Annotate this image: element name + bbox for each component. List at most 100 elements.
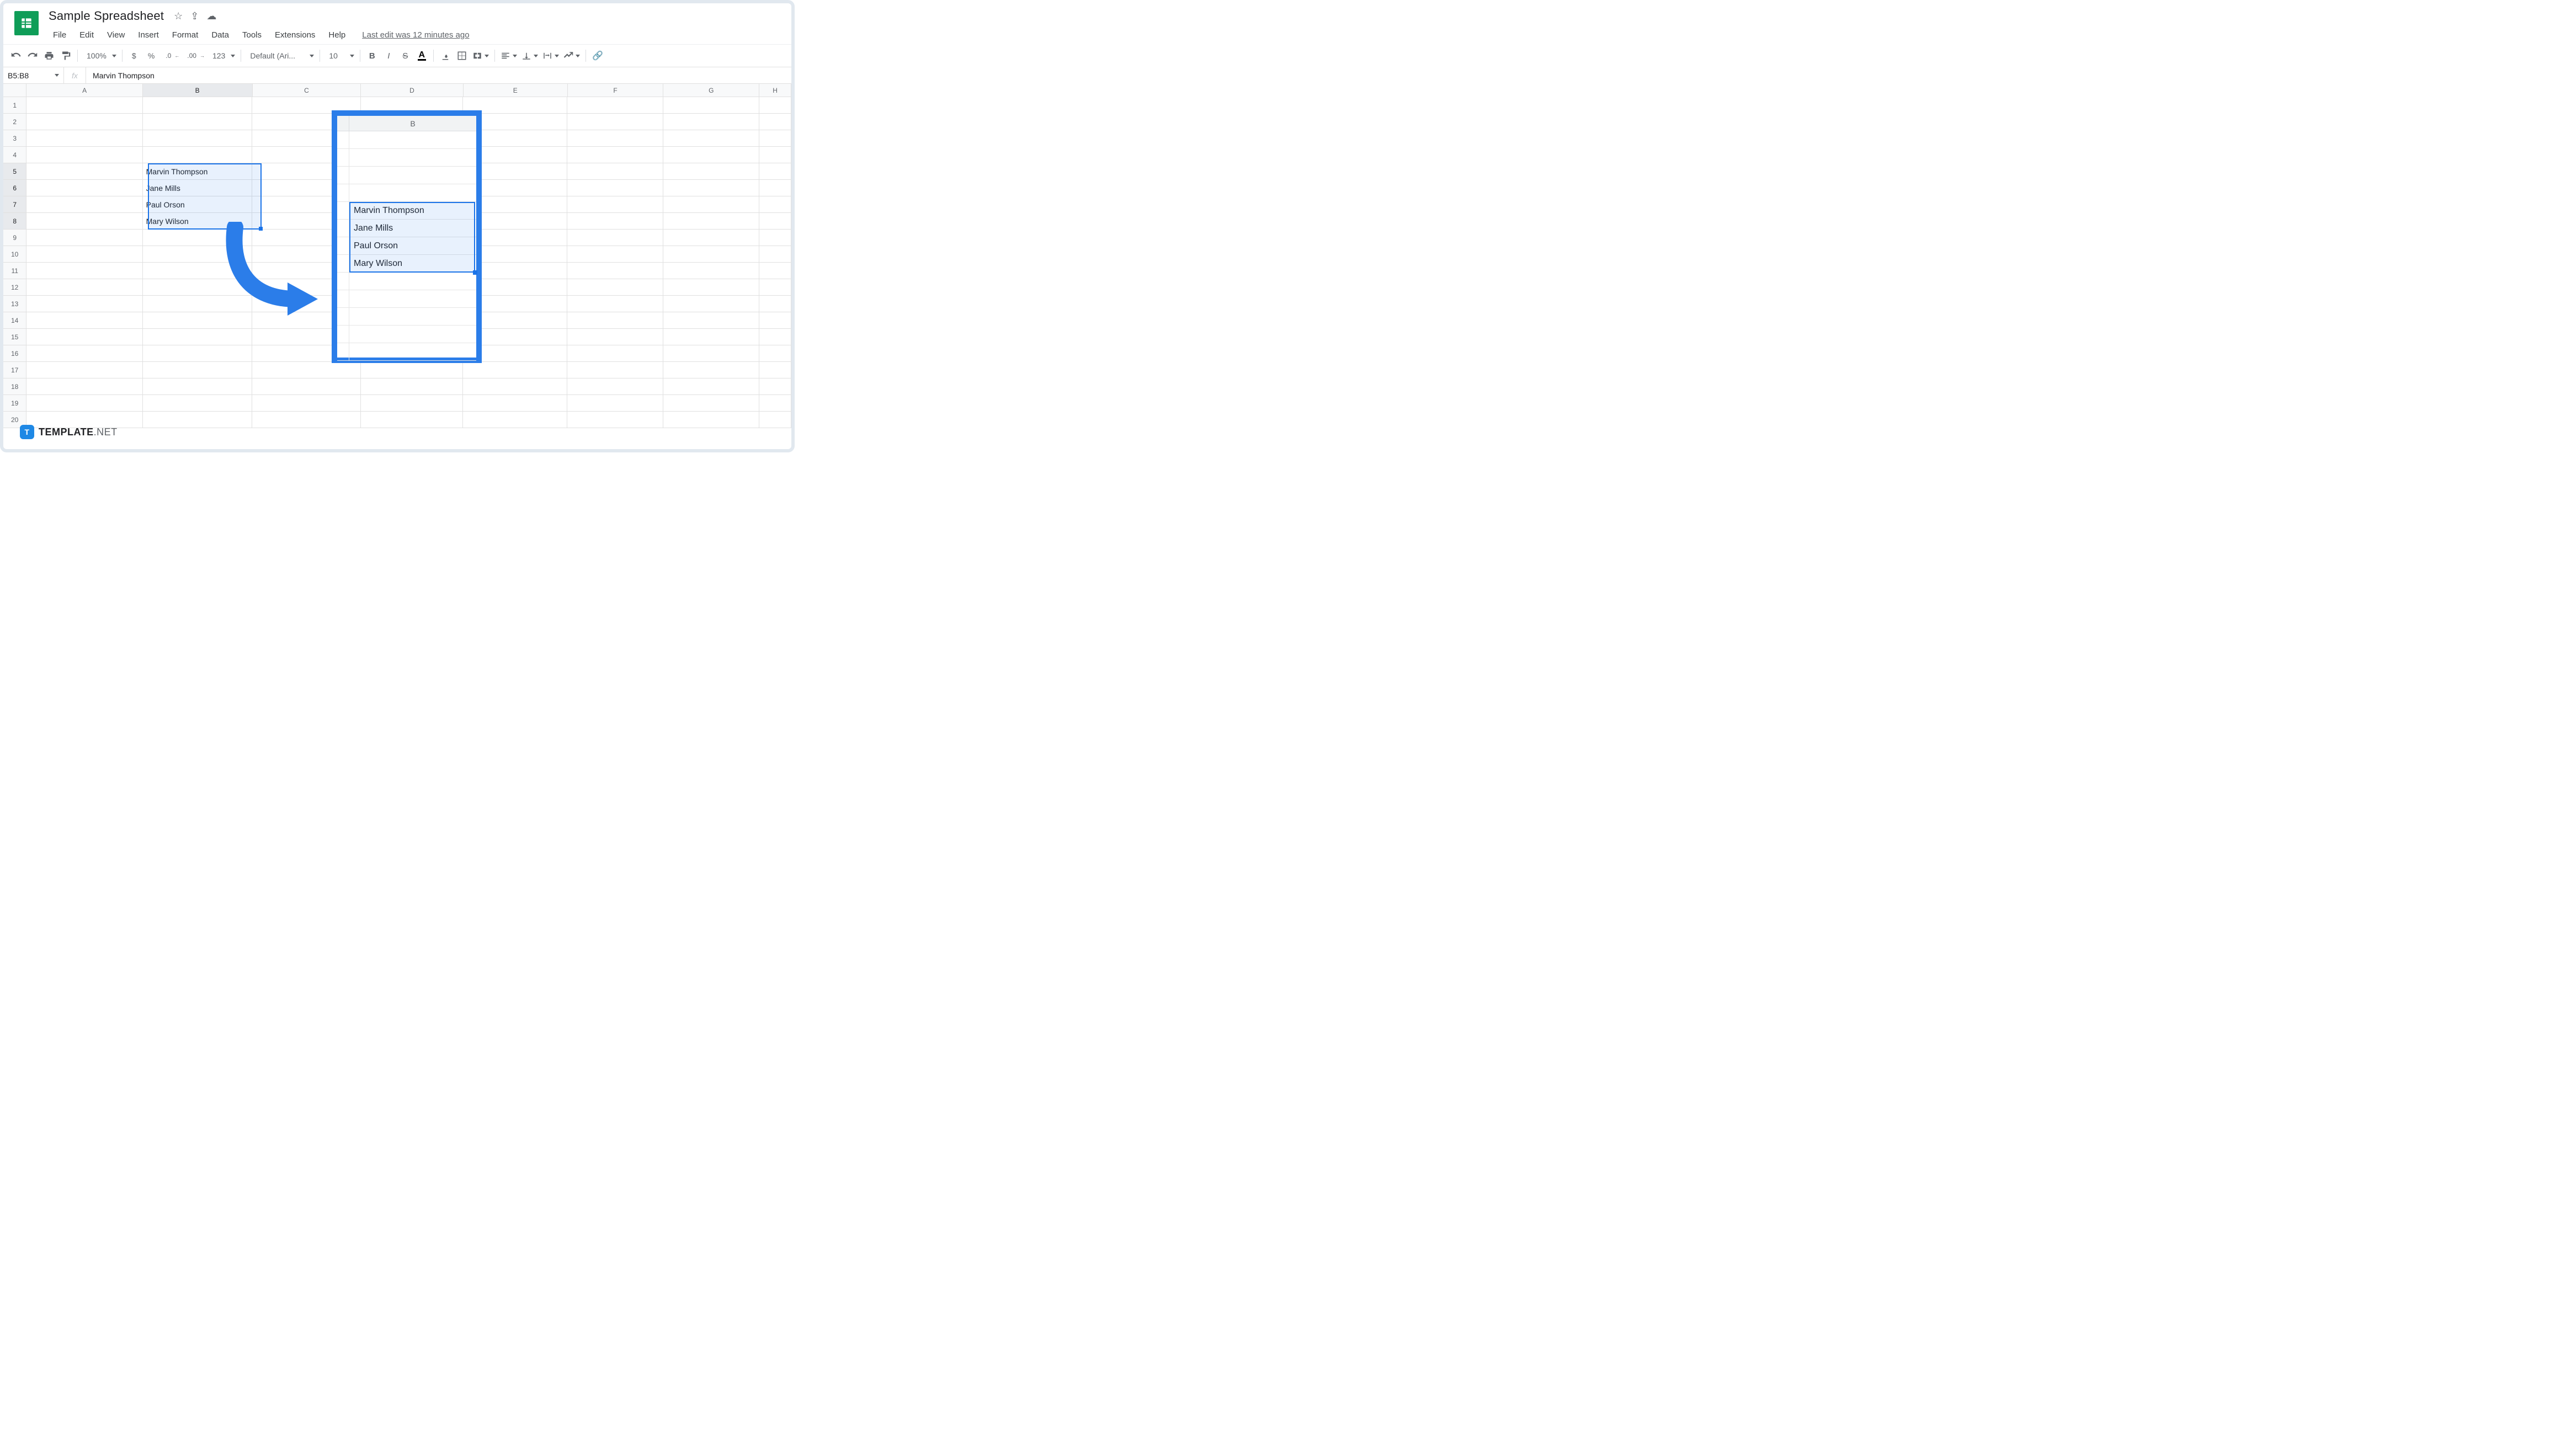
menu-data[interactable]: Data <box>205 28 236 42</box>
italic-button[interactable]: I <box>380 48 397 63</box>
cell[interactable] <box>567 263 663 279</box>
sheets-app-icon[interactable] <box>14 11 39 35</box>
menu-insert[interactable]: Insert <box>131 28 166 42</box>
cell[interactable] <box>567 345 663 362</box>
cell[interactable] <box>567 395 663 412</box>
col-header-E[interactable]: E <box>464 84 568 97</box>
row-header[interactable]: 3 <box>3 130 26 147</box>
cell[interactable] <box>361 180 463 196</box>
cell[interactable] <box>463 163 567 180</box>
cell[interactable] <box>759 378 791 395</box>
menu-extensions[interactable]: Extensions <box>268 28 322 42</box>
text-color-button[interactable]: A <box>413 48 430 63</box>
cell[interactable] <box>252 378 361 395</box>
cell[interactable] <box>26 196 142 213</box>
cell[interactable]: Mary Wilson <box>143 213 253 230</box>
percent-button[interactable]: % <box>142 48 160 63</box>
cell[interactable] <box>759 147 791 163</box>
cell[interactable] <box>361 279 463 296</box>
cell[interactable] <box>759 213 791 230</box>
print-button[interactable] <box>41 48 57 63</box>
cloud-icon[interactable]: ☁ <box>206 10 216 22</box>
cell[interactable] <box>567 362 663 378</box>
col-header-C[interactable]: C <box>253 84 361 97</box>
cell[interactable] <box>26 378 142 395</box>
cell[interactable] <box>252 345 361 362</box>
cell[interactable] <box>26 263 142 279</box>
cell[interactable] <box>463 246 567 263</box>
row-header[interactable]: 11 <box>3 263 26 279</box>
cell[interactable] <box>26 296 142 312</box>
cell[interactable] <box>463 412 567 428</box>
cell[interactable]: Marvin Thompson <box>143 163 253 180</box>
cell[interactable] <box>759 412 791 428</box>
cell[interactable] <box>663 130 759 147</box>
cell[interactable] <box>663 147 759 163</box>
cell[interactable] <box>361 412 463 428</box>
cell[interactable] <box>759 97 791 114</box>
cell[interactable] <box>143 246 253 263</box>
select-all-corner[interactable] <box>3 84 26 97</box>
row-header[interactable]: 20 <box>3 412 26 428</box>
cell[interactable] <box>759 329 791 345</box>
cell[interactable] <box>26 395 142 412</box>
cell[interactable] <box>361 230 463 246</box>
cell[interactable] <box>26 279 142 296</box>
cell[interactable] <box>463 130 567 147</box>
zoom-dropdown[interactable]: 100% <box>81 48 119 63</box>
cell[interactable] <box>143 312 253 329</box>
cell[interactable] <box>663 246 759 263</box>
cell[interactable] <box>567 279 663 296</box>
cell[interactable] <box>26 97 142 114</box>
cell[interactable] <box>143 130 253 147</box>
cell[interactable] <box>759 180 791 196</box>
row-header[interactable]: 8 <box>3 213 26 230</box>
cell[interactable] <box>463 296 567 312</box>
cell[interactable] <box>252 163 361 180</box>
cell[interactable] <box>252 296 361 312</box>
cell[interactable] <box>663 180 759 196</box>
cell[interactable] <box>26 114 142 130</box>
cell[interactable] <box>361 213 463 230</box>
cell[interactable] <box>759 362 791 378</box>
cell[interactable] <box>143 97 253 114</box>
cell[interactable] <box>143 362 253 378</box>
cell[interactable] <box>361 246 463 263</box>
more-formats-dropdown[interactable]: 123 <box>207 48 237 63</box>
v-align-dropdown[interactable] <box>519 48 540 63</box>
menu-tools[interactable]: Tools <box>236 28 268 42</box>
cell[interactable] <box>26 362 142 378</box>
row-header[interactable]: 13 <box>3 296 26 312</box>
cell[interactable] <box>463 97 567 114</box>
currency-button[interactable]: $ <box>126 48 142 63</box>
row-header[interactable]: 12 <box>3 279 26 296</box>
cell[interactable] <box>663 196 759 213</box>
cell[interactable] <box>361 345 463 362</box>
cell[interactable] <box>567 378 663 395</box>
formula-input[interactable]: Marvin Thompson <box>86 71 161 80</box>
row-header[interactable]: 18 <box>3 378 26 395</box>
cell[interactable] <box>463 213 567 230</box>
cell[interactable] <box>567 130 663 147</box>
cell[interactable] <box>567 412 663 428</box>
decrease-decimal-button[interactable]: .0← <box>160 48 182 63</box>
cell[interactable] <box>361 395 463 412</box>
cell[interactable] <box>361 163 463 180</box>
cell[interactable] <box>143 263 253 279</box>
cell[interactable] <box>26 412 142 428</box>
font-dropdown[interactable]: Default (Ari... <box>244 48 316 63</box>
cell[interactable] <box>252 279 361 296</box>
name-box[interactable]: B5:B8 <box>3 67 64 83</box>
cell[interactable] <box>663 114 759 130</box>
cell[interactable]: Paul Orson <box>143 196 253 213</box>
cell[interactable] <box>26 163 142 180</box>
col-header-H[interactable]: H <box>759 84 791 97</box>
cell[interactable] <box>463 312 567 329</box>
merge-dropdown[interactable] <box>470 48 491 63</box>
row-header[interactable]: 9 <box>3 230 26 246</box>
bold-button[interactable]: B <box>364 48 380 63</box>
col-header-B[interactable]: B <box>143 84 253 97</box>
cell[interactable] <box>252 147 361 163</box>
cell[interactable] <box>361 312 463 329</box>
row-header[interactable]: 14 <box>3 312 26 329</box>
